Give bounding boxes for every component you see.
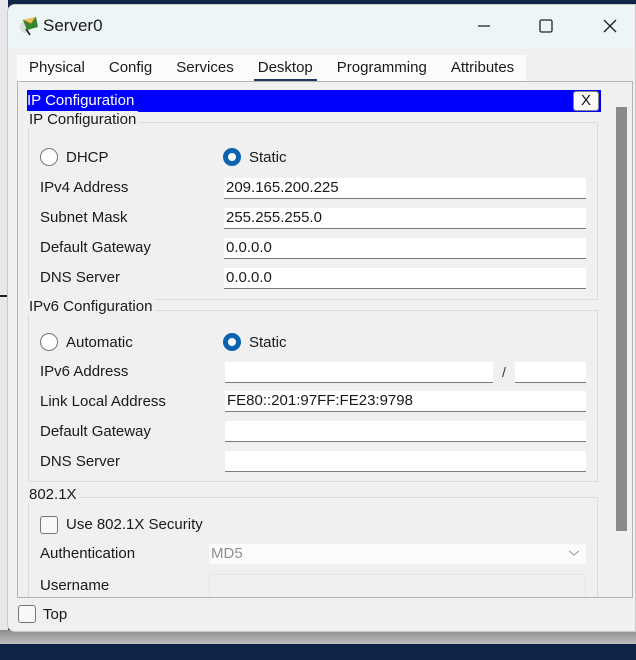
server-window: Server0 Physical Config Services Desktop…: [7, 4, 636, 632]
tab-programming[interactable]: Programming: [325, 55, 439, 81]
link-local-address-input[interactable]: FE80::201:97FF:FE23:9798: [225, 391, 586, 412]
dns-server-input[interactable]: 0.0.0.0: [224, 268, 586, 289]
ipv6-dns-server-input[interactable]: [225, 451, 586, 472]
dhcp-radio[interactable]: [40, 148, 58, 166]
panel-title: IP Configuration: [27, 92, 135, 109]
ipv6-address-label: IPv6 Address: [40, 363, 129, 380]
tab-config[interactable]: Config: [97, 55, 164, 81]
prefix-separator: /: [502, 364, 506, 380]
ip-configuration-header: IP Configuration X: [27, 90, 601, 112]
ipv4-group-legend: IP Configuration: [27, 111, 139, 128]
maximize-button[interactable]: [523, 11, 569, 41]
taskbar-shadow: [0, 630, 636, 644]
minimize-icon: [478, 25, 490, 27]
dot1x-group-legend: 802.1X: [27, 486, 79, 503]
ipv6-default-gateway-label: Default Gateway: [40, 423, 151, 440]
chevron-down-icon: [568, 550, 580, 556]
ipv6-dns-server-label: DNS Server: [40, 453, 121, 470]
username-label: Username: [40, 577, 110, 594]
ipv6-automatic-label: Automatic: [66, 334, 133, 351]
ipv6-prefix-input[interactable]: [515, 362, 586, 383]
use-8021x-label: Use 802.1X Security: [66, 516, 203, 533]
subnet-mask-input[interactable]: 255.255.255.0: [224, 208, 586, 229]
minimize-button[interactable]: [461, 11, 507, 41]
tab-services[interactable]: Services: [164, 55, 246, 81]
dns-server-label: DNS Server: [40, 269, 121, 286]
tab-physical[interactable]: Physical: [17, 55, 97, 81]
ipv6-default-gateway-input[interactable]: [225, 421, 586, 442]
desktop-content: IP Configuration X IP Configuration DHCP…: [17, 81, 633, 598]
ipv4-static-radio[interactable]: [223, 148, 241, 166]
maximize-icon: [539, 19, 553, 33]
window-title: Server0: [43, 16, 103, 35]
close-icon: [603, 19, 617, 33]
dhcp-label: DHCP: [66, 149, 109, 166]
ipv4-address-label: IPv4 Address: [40, 179, 129, 196]
top-label: Top: [43, 606, 68, 623]
close-window-button[interactable]: [587, 11, 633, 41]
subnet-mask-label: Subnet Mask: [40, 209, 128, 226]
tab-bar: Physical Config Services Desktop Program…: [17, 55, 527, 82]
top-checkbox[interactable]: [18, 605, 36, 623]
default-gateway-label: Default Gateway: [40, 239, 151, 256]
use-8021x-checkbox[interactable]: [40, 516, 58, 534]
authentication-value: MD5: [211, 545, 243, 562]
scrollbar-thumb[interactable]: [616, 107, 627, 531]
ipv6-automatic-radio[interactable]: [40, 333, 58, 351]
default-gateway-input[interactable]: 0.0.0.0: [224, 238, 586, 259]
panel-close-button[interactable]: X: [573, 91, 599, 111]
ipv6-group-legend: IPv6 Configuration: [27, 298, 155, 315]
authentication-select[interactable]: MD5: [209, 544, 586, 564]
ipv6-static-label: Static: [249, 334, 287, 351]
link-local-address-label: Link Local Address: [40, 393, 166, 410]
username-input[interactable]: [209, 574, 586, 597]
ipv4-address-input[interactable]: 209.165.200.225: [224, 178, 586, 199]
tab-attributes[interactable]: Attributes: [439, 55, 526, 81]
tab-desktop[interactable]: Desktop: [246, 55, 325, 82]
server-app-icon: [18, 14, 40, 36]
ipv4-static-label: Static: [249, 149, 287, 166]
ipv6-address-input[interactable]: [225, 362, 493, 383]
title-bar[interactable]: Server0: [8, 5, 635, 49]
ipv6-static-radio[interactable]: [223, 333, 241, 351]
authentication-label: Authentication: [40, 545, 136, 562]
